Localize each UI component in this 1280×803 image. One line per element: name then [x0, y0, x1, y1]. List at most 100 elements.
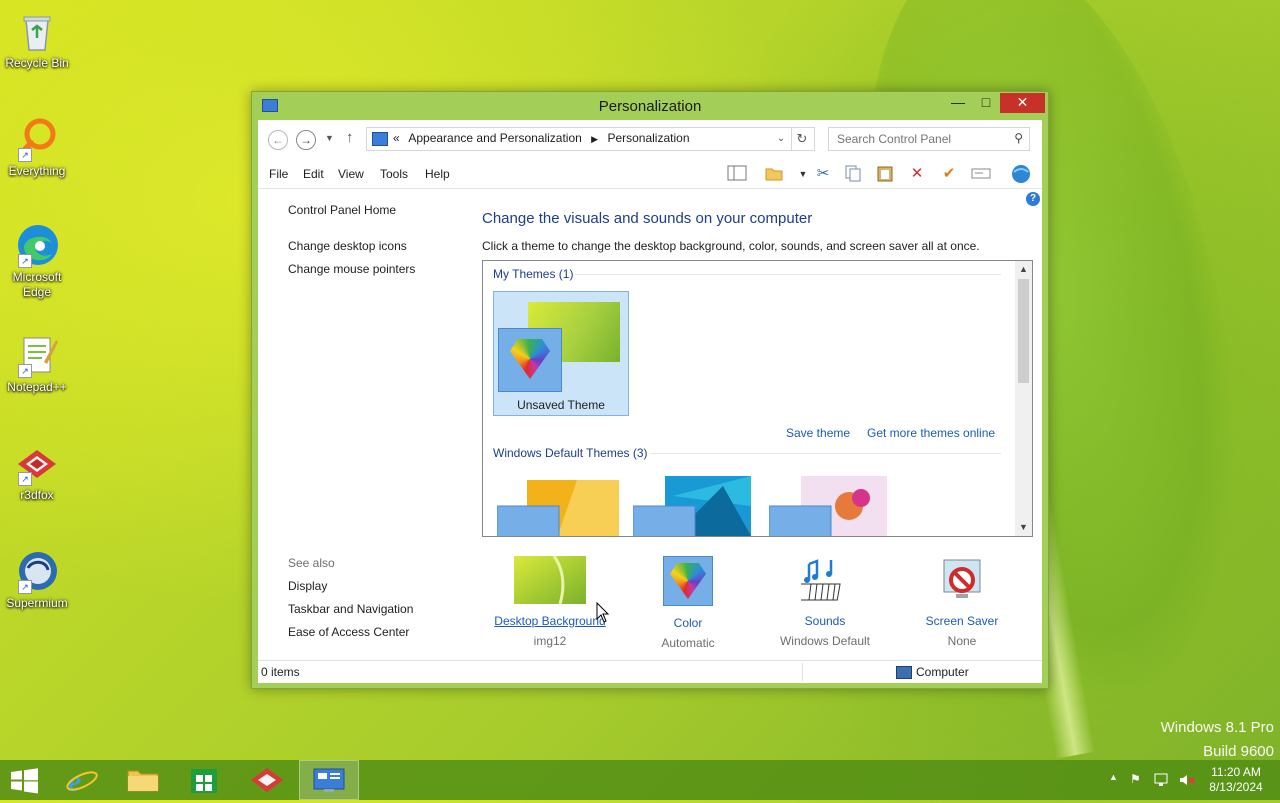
setting-name[interactable]: Desktop Background: [490, 614, 610, 628]
get-more-themes-link[interactable]: Get more themes online: [867, 426, 995, 440]
change-mouse-pointers-link[interactable]: Change mouse pointers: [288, 262, 415, 276]
shortcut-arrow-icon: ↗: [18, 364, 32, 378]
desktop-icon-supermium[interactable]: ↗ Supermium: [0, 548, 74, 611]
paste-icon[interactable]: [874, 164, 896, 184]
globe-icon[interactable]: [1010, 164, 1032, 184]
desktop-icon-recycle-bin[interactable]: Recycle Bin: [0, 8, 74, 71]
show-hidden-icons[interactable]: ▲: [1109, 772, 1118, 782]
close-button[interactable]: ✕: [1000, 93, 1045, 113]
shortcut-arrow-icon: ↗: [18, 148, 32, 162]
desktop-icon-microsoft-edge[interactable]: ↗ Microsoft Edge: [0, 222, 74, 300]
ease-of-access-link[interactable]: Ease of Access Center: [288, 625, 409, 639]
color-swatch-icon: [663, 556, 713, 606]
page-description: Click a theme to change the desktop back…: [482, 239, 980, 253]
delete-icon[interactable]: ✕: [906, 164, 928, 184]
desktop-icon-label: Notepad++: [7, 380, 67, 394]
shortcut-arrow-icon: ↗: [18, 472, 32, 486]
color-fan-icon: [510, 339, 550, 379]
menu-edit[interactable]: Edit: [303, 167, 324, 181]
shortcut-arrow-icon: ↗: [18, 580, 32, 594]
setting-color[interactable]: Color Automatic: [628, 556, 748, 650]
minimize-button[interactable]: —: [944, 93, 972, 113]
theme-unsaved[interactable]: Unsaved Theme: [493, 291, 629, 416]
search-input[interactable]: [835, 128, 1009, 150]
taskbar-control-panel[interactable]: [299, 760, 359, 800]
network-icon[interactable]: [1154, 772, 1170, 791]
menu-help[interactable]: Help: [425, 167, 450, 181]
window-title: Personalization: [598, 98, 702, 115]
address-row: ← → ▼ ↑ « Appearance and Personalization…: [258, 120, 1042, 158]
desktop-icon-everything[interactable]: ↗ Everything: [0, 116, 74, 179]
breadcrumb-appearance[interactable]: Appearance and Personalization: [408, 131, 581, 145]
search-icon[interactable]: ⚲: [1014, 131, 1023, 145]
taskbar-internet-explorer[interactable]: e: [52, 760, 112, 800]
address-bar[interactable]: « Appearance and Personalization ▶ Perso…: [366, 127, 792, 151]
scrollbar-thumb[interactable]: [1018, 279, 1029, 383]
address-dropdown-icon[interactable]: ⌄: [771, 128, 791, 150]
folder-options-icon[interactable]: [763, 164, 785, 184]
copy-icon[interactable]: [842, 164, 864, 184]
desktop-icon-r3dfox[interactable]: ↗ r3dfox: [0, 440, 74, 503]
rename-icon[interactable]: [970, 164, 992, 184]
store-icon: [191, 769, 217, 793]
title-bar[interactable]: Personalization — □ ✕: [252, 92, 1048, 120]
mouse-cursor-icon: [596, 601, 610, 627]
themes-list[interactable]: My Themes (1) Unsaved Theme Save theme G…: [482, 260, 1033, 537]
breadcrumb-overflow[interactable]: «: [393, 131, 400, 145]
menu-tools[interactable]: Tools: [380, 167, 408, 181]
menu-view[interactable]: View: [338, 167, 364, 181]
volume-muted-icon[interactable]: [1178, 772, 1196, 791]
setting-name[interactable]: Screen Saver: [902, 614, 1022, 628]
save-theme-link[interactable]: Save theme: [786, 426, 850, 440]
back-button[interactable]: ←: [268, 130, 288, 150]
menu-file[interactable]: File: [269, 167, 288, 181]
clock[interactable]: 11:20 AM 8/13/2024: [1198, 765, 1274, 795]
refresh-button[interactable]: ↻: [790, 127, 815, 151]
display-link[interactable]: Display: [288, 579, 327, 593]
change-desktop-icons-link[interactable]: Change desktop icons: [288, 239, 407, 253]
setting-value: img12: [533, 634, 567, 648]
my-themes-header[interactable]: My Themes (1): [493, 267, 573, 281]
windows-build-watermark: Windows 8.1 Pro Build 9600: [1161, 716, 1274, 764]
scroll-down-icon[interactable]: ▼: [1015, 519, 1032, 536]
setting-name[interactable]: Sounds: [765, 614, 885, 628]
control-panel-home-link[interactable]: Control Panel Home: [288, 203, 396, 217]
layout-pane-icon[interactable]: [726, 164, 748, 184]
setting-name[interactable]: Color: [628, 616, 748, 630]
breadcrumb-personalization[interactable]: Personalization: [607, 131, 689, 145]
desktop-icon-notepad-plus-plus[interactable]: ↗ Notepad++: [0, 332, 74, 395]
start-button[interactable]: [0, 760, 48, 800]
group-divider: [651, 453, 1001, 454]
forward-button[interactable]: →: [296, 130, 316, 150]
group-divider: [575, 274, 1001, 275]
taskbar-file-explorer[interactable]: [113, 760, 173, 800]
breadcrumb-separator-icon: ▶: [591, 134, 599, 144]
taskbar-store[interactable]: [174, 760, 234, 800]
theme-windows-thumbnail[interactable]: [496, 476, 619, 536]
desktop-icon-label: Supermium: [6, 596, 68, 610]
item-count: 0 items: [261, 665, 300, 679]
theme-lines-colors-thumbnail[interactable]: [632, 476, 755, 536]
sounds-icon: [796, 556, 849, 604]
screen-saver-icon: [938, 556, 986, 604]
scroll-up-icon[interactable]: ▲: [1015, 261, 1032, 278]
recent-locations-dropdown[interactable]: ▼: [325, 133, 334, 143]
theme-flowers-thumbnail[interactable]: [768, 476, 891, 536]
setting-screen-saver[interactable]: Screen Saver None: [902, 556, 1022, 648]
maximize-button[interactable]: □: [972, 93, 1000, 113]
folder-options-dropdown-icon[interactable]: ▼: [792, 164, 814, 184]
properties-check-icon[interactable]: ✔: [938, 164, 960, 184]
taskbar-navigation-link[interactable]: Taskbar and Navigation: [288, 602, 413, 616]
everything-icon: ↗: [14, 116, 60, 162]
setting-sounds[interactable]: Sounds Windows Default: [765, 556, 885, 648]
taskbar-r3dfox[interactable]: [237, 760, 297, 800]
default-themes-header[interactable]: Windows Default Themes (3): [493, 446, 648, 460]
themes-scrollbar[interactable]: ▲ ▼: [1015, 261, 1032, 536]
setting-desktop-background[interactable]: Desktop Background img12: [490, 555, 610, 648]
up-button[interactable]: ↑: [346, 129, 354, 146]
search-box[interactable]: ⚲: [828, 127, 1030, 151]
action-center-flag-icon[interactable]: ⚑: [1130, 772, 1141, 786]
help-icon[interactable]: ?: [1026, 192, 1040, 206]
desktop-background-thumbnail: [514, 555, 586, 605]
cut-icon[interactable]: ✂: [812, 164, 834, 184]
